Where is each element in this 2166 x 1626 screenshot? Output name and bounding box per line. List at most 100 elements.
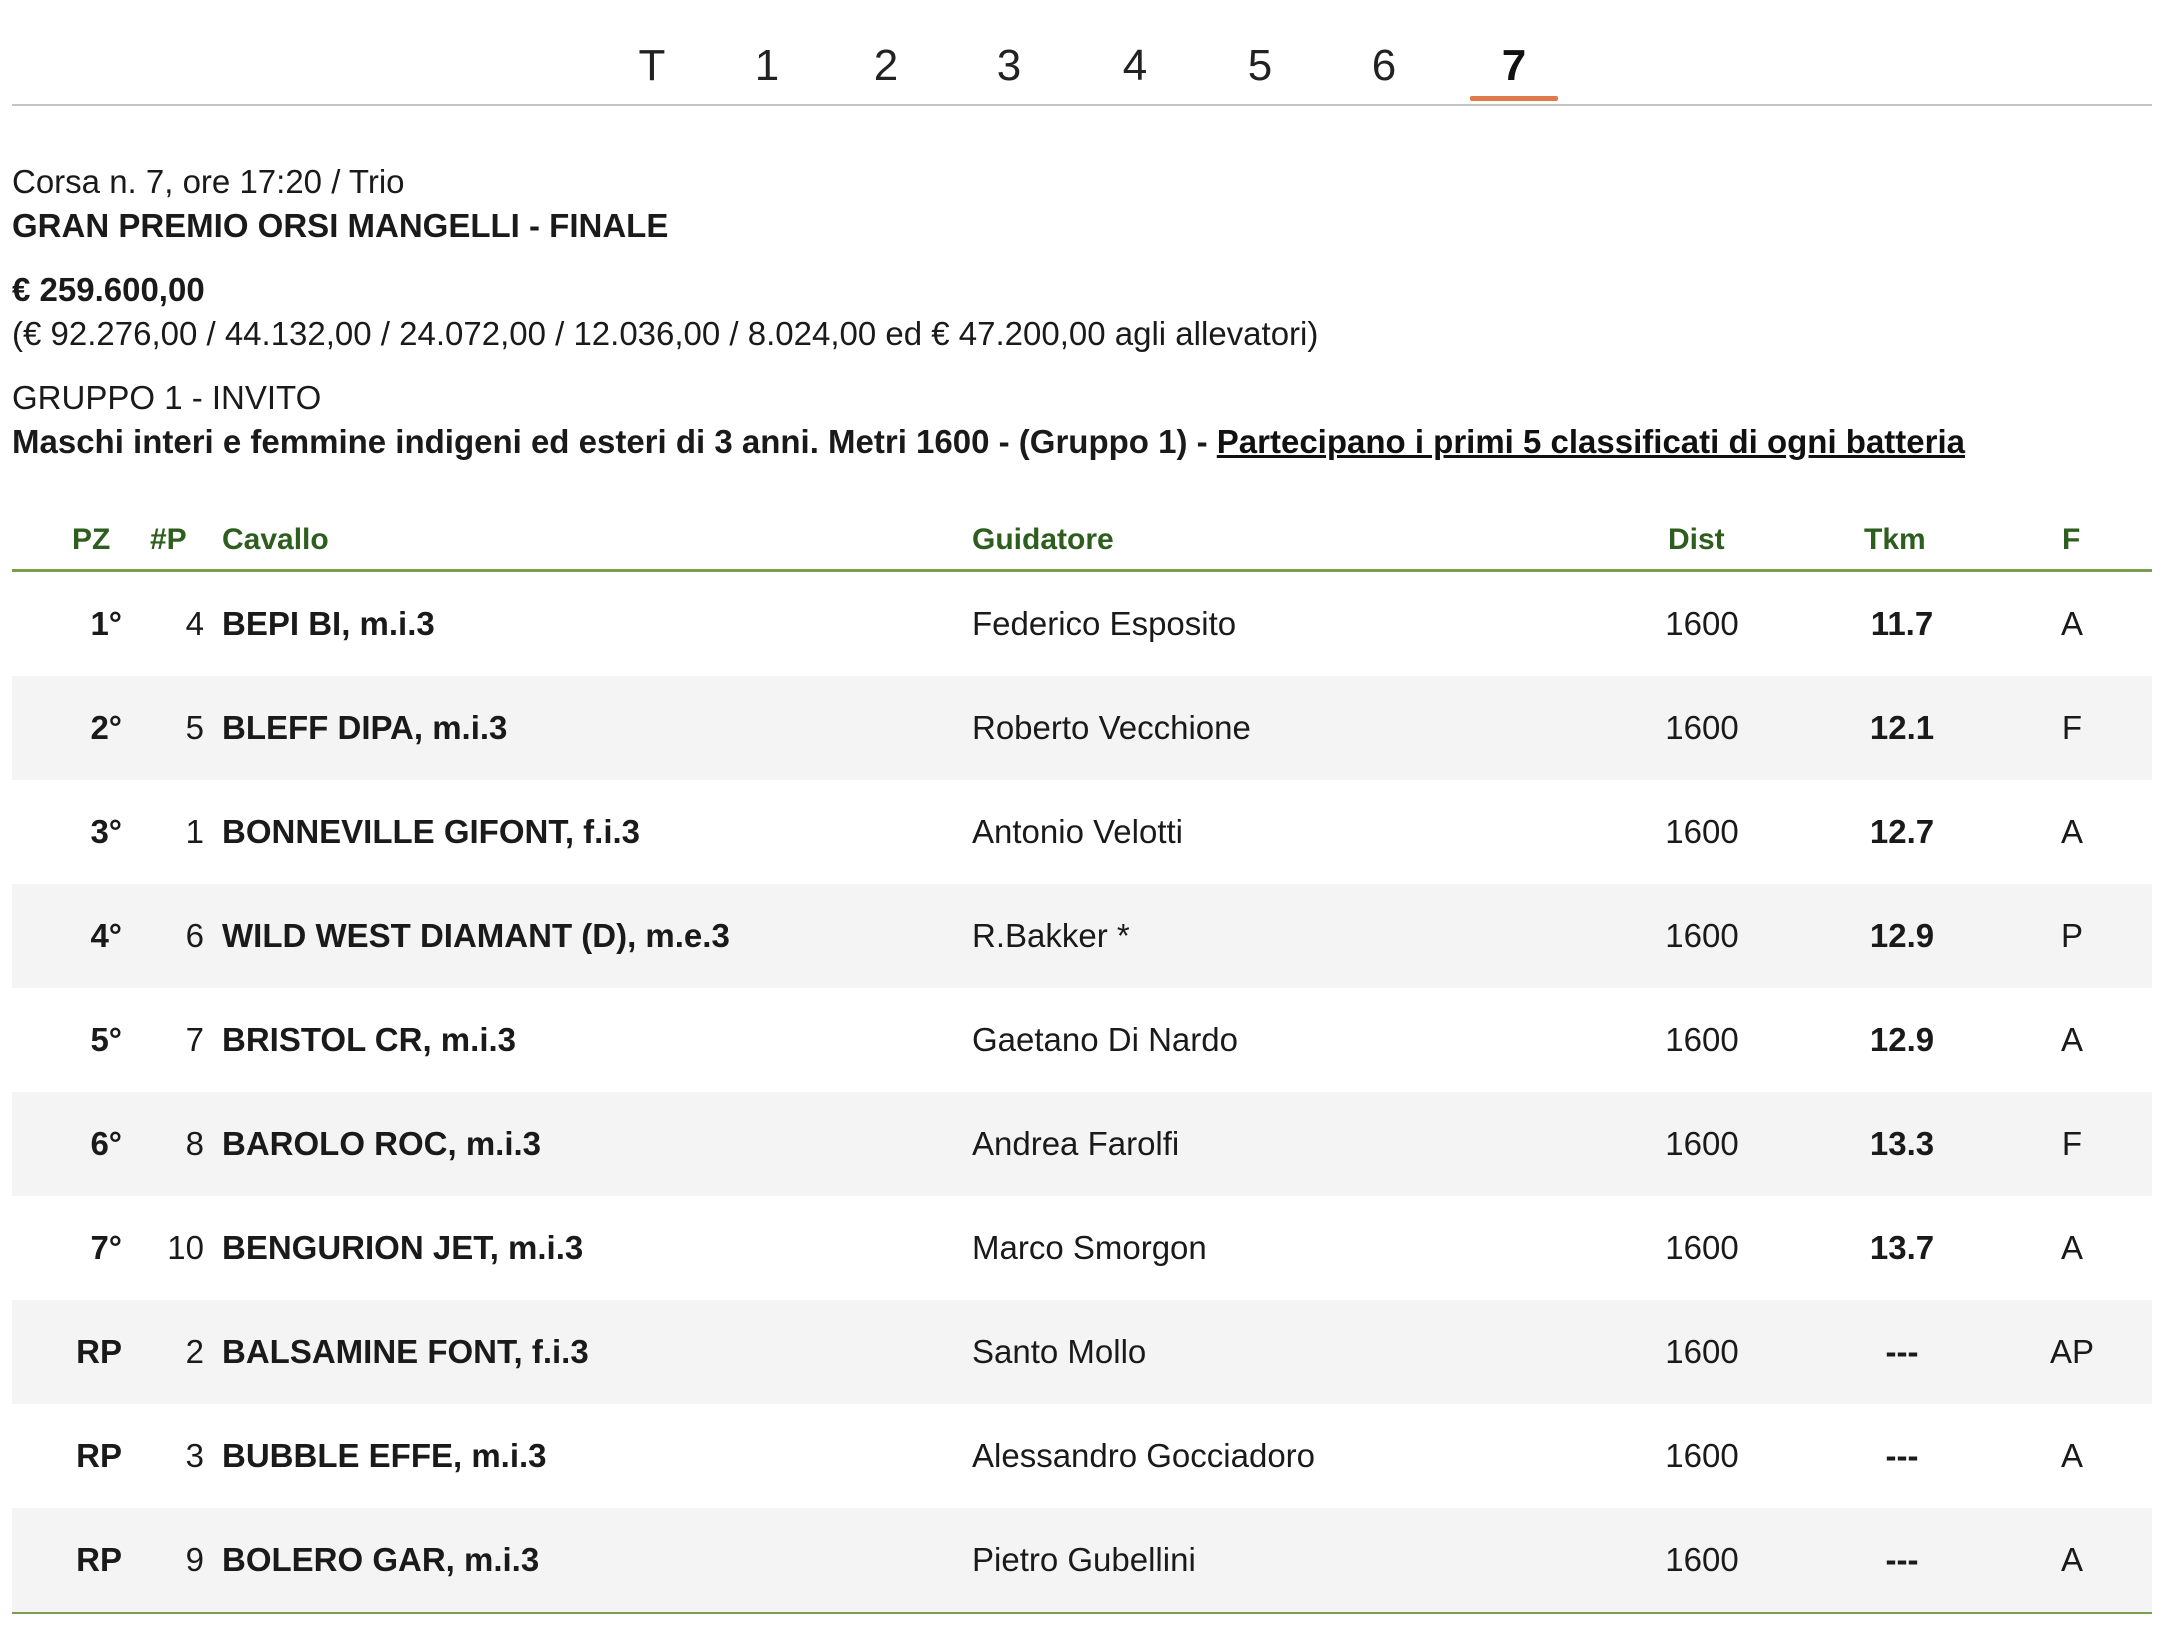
cell-horse: BRISTOL CR, m.i.3 (222, 1021, 517, 1058)
tab-2[interactable]: 2 (846, 40, 926, 92)
cell-distance: 1600 (1665, 709, 1739, 746)
cell-number: 6 (185, 917, 204, 954)
race-header: Corsa n. 7, ore 17:20 / Trio (12, 163, 405, 200)
cell-tkm: 11.7 (1870, 605, 1934, 642)
cell-distance: 1600 (1665, 1021, 1739, 1058)
cell-number: 2 (185, 1333, 204, 1370)
cell-tkm: 12.9 (1869, 917, 1935, 954)
race-title: GRAN PREMIO ORSI MANGELLI - FINALE (12, 207, 669, 244)
cell-f: A (2060, 1021, 2083, 1058)
table-row[interactable]: 5° 7 BRISTOL CR, m.i.3 Gaetano Di Nardo … (12, 988, 2152, 1092)
cell-distance: 1600 (1665, 1125, 1739, 1162)
cell-f: A (2060, 1541, 2083, 1578)
cell-horse: BEPI BI, m.i.3 (222, 605, 435, 642)
header-horse[interactable]: Cavallo (222, 520, 329, 560)
race-conditions: Maschi interi e femmine indigeni ed este… (12, 420, 2152, 464)
cell-tkm: --- (1885, 1437, 1919, 1474)
cell-number: 1 (185, 813, 204, 850)
cell-horse: WILD WEST DIAMANT (D), m.e.3 (222, 917, 730, 954)
cell-f: AP (2049, 1333, 2095, 1370)
active-tab-indicator (1470, 96, 1558, 101)
tab-1[interactable]: 1 (727, 40, 807, 92)
cell-number: 9 (185, 1541, 204, 1578)
table-row[interactable]: RP 2 BALSAMINE FONT, f.i.3 Santo Mollo 1… (12, 1300, 2152, 1404)
cell-f: A (2060, 813, 2083, 850)
table-bottom-rule (12, 1612, 2152, 1614)
cell-horse: BAROLO ROC, m.i.3 (222, 1125, 542, 1162)
tab-6[interactable]: 6 (1344, 40, 1424, 92)
table-row[interactable]: 7° 10 BENGURION JET, m.i.3 Marco Smorgon… (12, 1196, 2152, 1300)
race-conditions-link[interactable]: Partecipano i primi 5 classificati di og… (1217, 423, 1965, 460)
cell-distance: 1600 (1665, 605, 1739, 642)
table-header: PZ #P Cavallo Guidatore Dist Tkm F (12, 512, 2152, 572)
tab-5[interactable]: 5 (1220, 40, 1300, 92)
cell-number: 5 (185, 709, 204, 746)
table-row[interactable]: RP 3 BUBBLE EFFE, m.i.3 Alessandro Gocci… (12, 1404, 2152, 1508)
cell-tkm: --- (1885, 1541, 1919, 1578)
cell-f: A (2060, 1229, 2083, 1266)
cell-tkm: 12.1 (1869, 709, 1935, 746)
cell-distance: 1600 (1665, 1333, 1739, 1370)
header-np[interactable]: #P (150, 520, 187, 560)
header-dist[interactable]: Dist (1668, 520, 1725, 560)
cell-horse: BUBBLE EFFE, m.i.3 (222, 1437, 547, 1474)
cell-driver: Marco Smorgon (972, 1229, 1207, 1266)
race-info: Corsa n. 7, ore 17:20 / Trio GRAN PREMIO… (12, 160, 2152, 464)
cell-horse: BALSAMINE FONT, f.i.3 (222, 1333, 589, 1370)
table-row[interactable]: 1° 4 BEPI BI, m.i.3 Federico Esposito 16… (12, 572, 2152, 676)
cell-driver: Gaetano Di Nardo (972, 1021, 1238, 1058)
table-row[interactable]: 3° 1 BONNEVILLE GIFONT, f.i.3 Antonio Ve… (12, 780, 2152, 884)
header-pz[interactable]: PZ (72, 520, 110, 560)
cell-tkm: 13.3 (1869, 1125, 1935, 1162)
tab-7[interactable]: 7 (1474, 40, 1554, 92)
tab-t[interactable]: T (612, 40, 692, 92)
cell-position: 2° (90, 709, 122, 746)
cell-number: 7 (185, 1021, 204, 1058)
header-driver[interactable]: Guidatore (972, 520, 1114, 560)
cell-driver: Roberto Vecchione (972, 709, 1251, 746)
cell-tkm: 13.7 (1869, 1229, 1935, 1266)
race-results-page: T 1 2 3 4 5 6 7 Corsa n. 7, ore 17:20 / … (0, 0, 2166, 1626)
cell-horse: BENGURION JET, m.i.3 (222, 1229, 584, 1266)
cell-number: 8 (185, 1125, 204, 1162)
table-row[interactable]: 2° 5 BLEFF DIPA, m.i.3 Roberto Vecchione… (12, 676, 2152, 780)
tab-4[interactable]: 4 (1095, 40, 1175, 92)
cell-driver: Andrea Farolfi (972, 1125, 1180, 1162)
cell-f: P (2060, 917, 2083, 954)
cell-tkm: --- (1885, 1333, 1919, 1370)
race-conditions-text: Maschi interi e femmine indigeni ed este… (12, 423, 1217, 460)
cell-distance: 1600 (1665, 1229, 1739, 1266)
cell-position: RP (76, 1437, 122, 1474)
cell-position: 5° (90, 1021, 122, 1058)
race-prize: € 259.600,00 (12, 271, 205, 308)
cell-distance: 1600 (1665, 1437, 1739, 1474)
tab-3[interactable]: 3 (969, 40, 1049, 92)
table-row[interactable]: 6° 8 BAROLO ROC, m.i.3 Andrea Farolfi 16… (12, 1092, 2152, 1196)
cell-position: 7° (90, 1229, 122, 1266)
cell-number: 3 (185, 1437, 204, 1474)
cell-driver: R.Bakker * (972, 917, 1130, 954)
cell-position: 6° (90, 1125, 122, 1162)
cell-position: 1° (90, 605, 122, 642)
cell-f: A (2060, 1437, 2083, 1474)
cell-position: 4° (90, 917, 122, 954)
cell-position: RP (76, 1333, 122, 1370)
cell-number: 4 (185, 605, 204, 642)
cell-driver: Pietro Gubellini (972, 1541, 1196, 1578)
header-f[interactable]: F (2062, 520, 2080, 560)
cell-driver: Antonio Velotti (972, 813, 1183, 850)
table-row[interactable]: 4° 6 WILD WEST DIAMANT (D), m.e.3 R.Bakk… (12, 884, 2152, 988)
cell-driver: Alessandro Gocciadoro (972, 1437, 1316, 1474)
cell-number: 10 (167, 1229, 204, 1266)
table-row[interactable]: RP 9 BOLERO GAR, m.i.3 Pietro Gubellini … (12, 1508, 2152, 1612)
cell-horse: BLEFF DIPA, m.i.3 (222, 709, 508, 746)
cell-distance: 1600 (1665, 813, 1739, 850)
cell-f: A (2060, 605, 2083, 642)
cell-driver: Santo Mollo (972, 1333, 1147, 1370)
cell-distance: 1600 (1665, 1541, 1739, 1578)
header-tkm[interactable]: Tkm (1864, 520, 1926, 560)
race-tabs: T 1 2 3 4 5 6 7 (12, 0, 2152, 106)
results-table: PZ #P Cavallo Guidatore Dist Tkm F 1° 4 … (12, 512, 2152, 1614)
race-group: GRUPPO 1 - INVITO (12, 379, 322, 416)
cell-tkm: 12.9 (1869, 1021, 1935, 1058)
